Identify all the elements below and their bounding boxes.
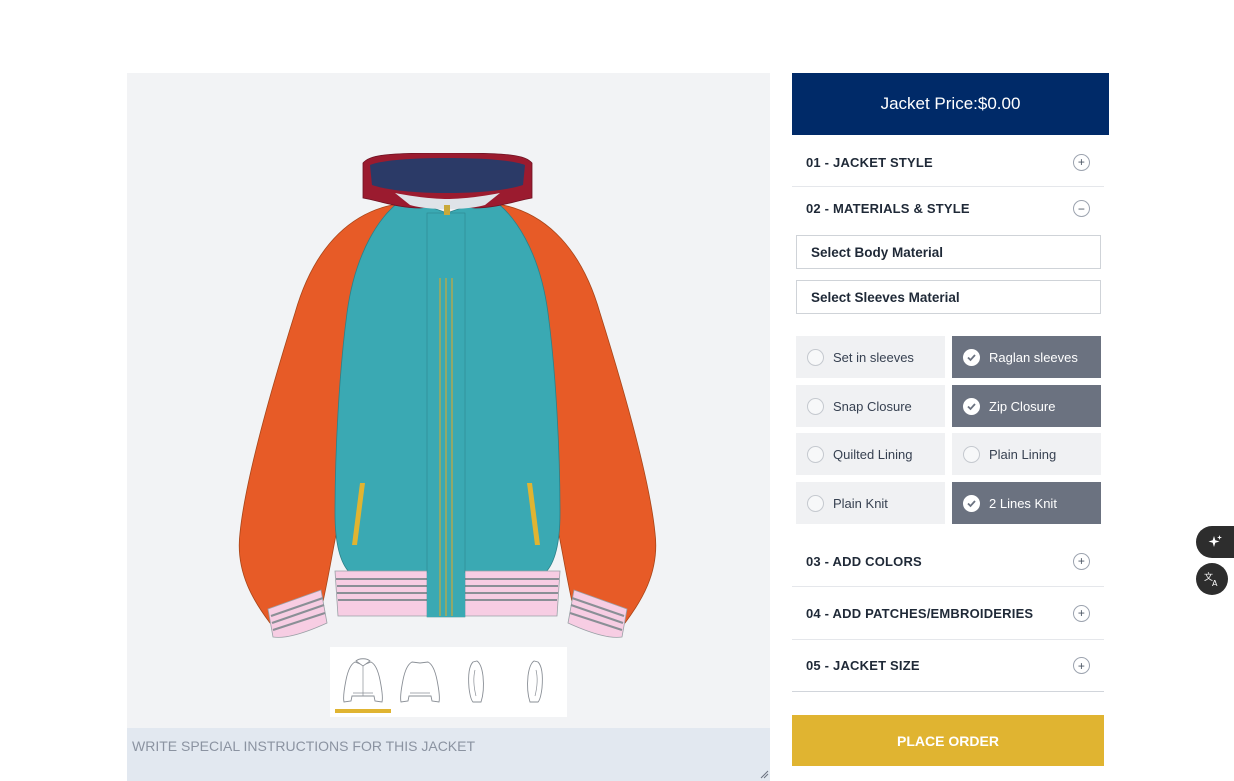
section-jacket-size[interactable]: 05 - JACKET SIZE +	[792, 640, 1104, 692]
jacket-preview-panel	[127, 73, 770, 728]
select-label: Select Sleeves Material	[811, 289, 960, 305]
plus-circle-icon[interactable]: +	[1073, 604, 1090, 622]
body-material-select[interactable]: Select Body Material	[796, 235, 1101, 269]
jacket-price-header: Jacket Price: $0.00	[792, 73, 1109, 135]
check-circle-icon	[963, 348, 980, 366]
select-label: Select Body Material	[811, 244, 944, 260]
option-label: Quilted Lining	[833, 446, 913, 462]
view-thumbnails	[330, 647, 567, 717]
option-snap-closure[interactable]: Snap Closure	[796, 385, 945, 427]
thumbnail-right-side[interactable]	[506, 651, 562, 713]
option-label: Snap Closure	[833, 398, 912, 414]
radio-icon	[807, 397, 824, 415]
section-title: 02 - MATERIALS & STYLE	[806, 201, 970, 216]
svg-text:A: A	[1212, 579, 1218, 588]
radio-icon	[807, 445, 824, 463]
section-add-patches[interactable]: 04 - ADD PATCHES/EMBROIDERIES +	[792, 587, 1104, 640]
option-label: 2 Lines Knit	[989, 495, 1057, 511]
option-raglan-sleeves[interactable]: Raglan sleeves	[952, 336, 1101, 378]
check-circle-icon	[963, 494, 980, 512]
price-label: Jacket Price:	[880, 94, 978, 113]
option-label: Plain Lining	[989, 446, 1057, 462]
thumbnail-front[interactable]	[334, 651, 391, 713]
section-title: 05 - JACKET SIZE	[806, 658, 920, 673]
option-label: Set in sleeves	[833, 349, 914, 365]
check-circle-icon	[963, 397, 980, 415]
section-title: 04 - ADD PATCHES/EMBROIDERIES	[806, 605, 1034, 621]
price-value: $0.00	[977, 94, 1021, 113]
section-add-colors[interactable]: 03 - ADD COLORS +	[792, 536, 1104, 587]
jacket-image	[238, 153, 657, 638]
option-label: Zip Closure	[989, 398, 1056, 414]
plus-circle-icon[interactable]: +	[1073, 153, 1090, 171]
option-quilted-lining[interactable]: Quilted Lining	[796, 433, 945, 475]
option-zip-closure[interactable]: Zip Closure	[952, 385, 1101, 427]
plus-circle-icon[interactable]: +	[1073, 657, 1090, 674]
option-plain-knit[interactable]: Plain Knit	[796, 482, 945, 524]
option-label: Raglan sleeves	[989, 349, 1078, 365]
section-jacket-style[interactable]: 01 - JACKET STYLE +	[792, 138, 1104, 187]
section-title: 01 - JACKET STYLE	[806, 154, 933, 170]
radio-icon	[807, 348, 824, 366]
plus-circle-icon[interactable]: +	[1073, 552, 1090, 570]
translate-icon[interactable]: 文A	[1196, 563, 1228, 595]
hood-lining	[370, 158, 525, 193]
special-instructions-input[interactable]	[127, 728, 770, 781]
minus-circle-icon[interactable]: −	[1073, 200, 1090, 217]
option-plain-lining[interactable]: Plain Lining	[952, 433, 1101, 475]
section-materials-style[interactable]: 02 - MATERIALS & STYLE −	[792, 187, 1104, 230]
sleeves-material-select[interactable]: Select Sleeves Material	[796, 280, 1101, 314]
thumbnail-left-side[interactable]	[449, 651, 505, 713]
option-label: Plain Knit	[833, 495, 888, 511]
resize-grip-icon[interactable]	[759, 769, 769, 779]
radio-icon	[807, 494, 824, 512]
place-order-button[interactable]: PLACE ORDER	[792, 715, 1104, 766]
section-title: 03 - ADD COLORS	[806, 553, 922, 569]
thumbnail-back[interactable]	[392, 651, 448, 713]
ai-sparkle-icon[interactable]	[1196, 526, 1234, 558]
radio-icon	[963, 445, 980, 463]
option-2-lines-knit[interactable]: 2 Lines Knit	[952, 482, 1101, 524]
option-set-in-sleeves[interactable]: Set in sleeves	[796, 336, 945, 378]
